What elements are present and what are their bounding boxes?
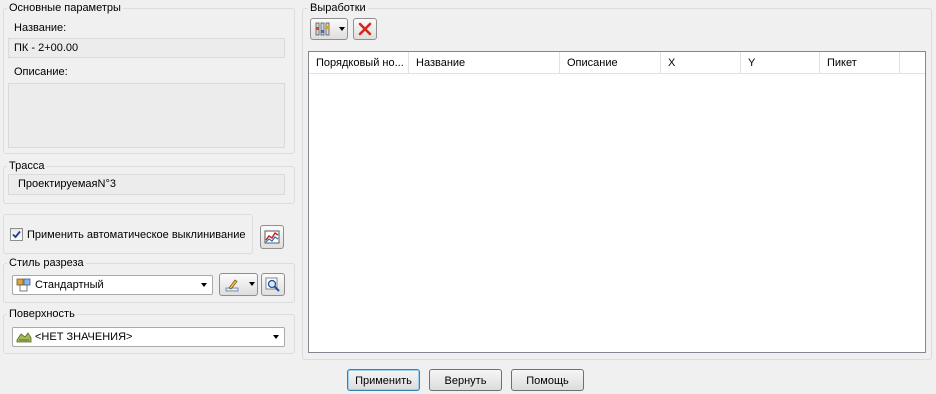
column-header-filler — [900, 52, 925, 74]
name-label: Название: — [14, 22, 67, 34]
chevron-down-icon — [273, 335, 279, 339]
style-icon — [16, 278, 31, 292]
description-label: Описание: — [14, 66, 68, 78]
column-header-number[interactable]: Порядковый но... — [309, 52, 409, 74]
preview-style-button[interactable] — [261, 273, 285, 296]
column-header-y[interactable]: Y — [741, 52, 820, 74]
description-field[interactable] — [8, 83, 285, 148]
surface-icon — [16, 332, 32, 343]
section-chart-icon — [264, 230, 280, 244]
boreholes-icon — [315, 22, 330, 36]
pencil-icon — [225, 279, 239, 292]
column-header-name[interactable]: Название — [409, 52, 560, 74]
surface-value: <НЕТ ЗНАЧЕНИЯ> — [35, 331, 133, 343]
name-field[interactable]: ПК - 2+00.00 — [8, 38, 285, 58]
workings-legend: Выработки — [308, 2, 368, 15]
delete-icon — [358, 22, 372, 36]
section-style-value: Стандартный — [35, 279, 104, 291]
add-working-button[interactable] — [310, 18, 348, 40]
workings-table[interactable]: Порядковый но... Название Описание X Y П… — [308, 51, 926, 353]
auto-wedge-checkbox[interactable] — [10, 228, 23, 241]
section-style-select[interactable]: Стандартный — [12, 275, 213, 295]
edit-style-button[interactable] — [219, 273, 258, 296]
surface-legend: Поверхность — [7, 308, 77, 321]
auto-wedge-label[interactable]: Применить автоматическое выклинивание — [27, 229, 246, 242]
wedge-settings-button[interactable] — [260, 225, 284, 249]
chevron-down-icon — [201, 283, 207, 287]
surface-select[interactable]: <НЕТ ЗНАЧЕНИЯ> — [12, 327, 285, 347]
column-header-x[interactable]: X — [661, 52, 741, 74]
help-button[interactable]: Помощь — [511, 369, 584, 391]
chevron-down-icon — [249, 282, 255, 286]
column-header-station[interactable]: Пикет — [820, 52, 900, 74]
apply-button[interactable]: Применить — [347, 369, 420, 391]
check-mark-icon — [12, 230, 21, 239]
column-header-description[interactable]: Описание — [560, 52, 661, 74]
trace-legend: Трасса — [7, 160, 47, 173]
delete-working-button[interactable] — [353, 18, 377, 40]
chevron-down-icon — [339, 27, 345, 31]
basic-params-legend: Основные параметры — [7, 2, 123, 15]
revert-button[interactable]: Вернуть — [429, 369, 502, 391]
trace-field[interactable]: ПроектируемаяN°3 — [8, 174, 285, 195]
magnifier-icon — [265, 277, 280, 292]
section-style-legend: Стиль разреза — [7, 257, 86, 270]
